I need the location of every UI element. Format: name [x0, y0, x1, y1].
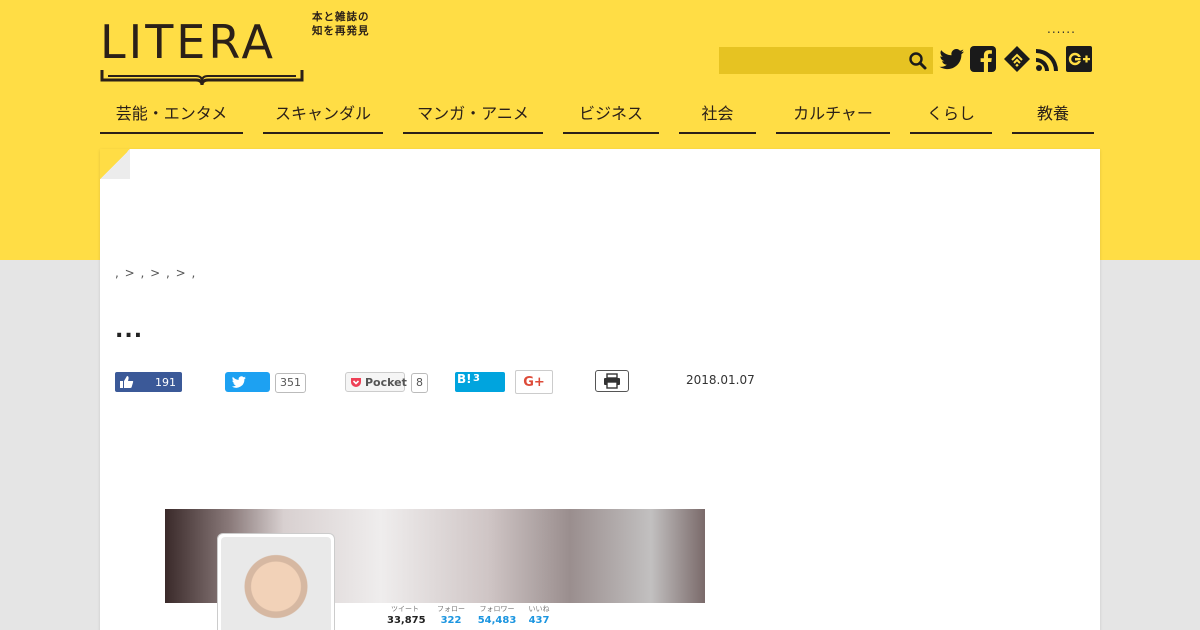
stat-following: フォロー 322: [437, 605, 465, 626]
print-button[interactable]: [595, 370, 629, 392]
site-tagline: 本と雑誌の 知を再発見: [312, 11, 370, 37]
site-logo[interactable]: LITERA 本と雑誌の 知を再発見: [100, 11, 380, 86]
nav-item-scandal[interactable]: スキャンダル: [263, 100, 383, 134]
twitter-share-button[interactable]: [225, 372, 270, 392]
hatena-bookmark-button[interactable]: B! 3: [455, 372, 505, 392]
facebook-icon[interactable]: [969, 45, 997, 73]
printer-icon: [604, 373, 620, 389]
nav-item-living[interactable]: くらし: [910, 100, 992, 134]
search-icon: [909, 52, 927, 70]
thumbs-up-icon: [120, 376, 134, 388]
google-plus-label: G+: [523, 374, 545, 390]
search-box: [719, 47, 933, 74]
google-plus-button[interactable]: G+: [515, 370, 553, 394]
stat-tweets: ツイート 33,875: [387, 605, 426, 626]
twitter-icon[interactable]: [938, 45, 966, 73]
book-icon: [100, 70, 304, 86]
stat-likes: いいね 437: [528, 605, 550, 626]
article-title: ...: [115, 318, 144, 343]
page-fold-corner: [100, 149, 130, 179]
nav-item-entertainment[interactable]: 芸能・エンタメ: [100, 100, 243, 134]
breadcrumb[interactable]: , > , > , > ,: [115, 266, 196, 280]
header-dots: ......: [1047, 22, 1076, 36]
facebook-like-button[interactable]: 191: [115, 372, 182, 392]
nav-item-society[interactable]: 社会: [679, 100, 756, 134]
nav-item-education[interactable]: 教養: [1012, 100, 1094, 134]
article-date: 2018.01.07: [686, 373, 755, 387]
avatar: [221, 537, 331, 630]
article-image: ツイート 33,875 フォロー 322 フォロワー 54,483 いいね 43…: [165, 509, 705, 630]
facebook-like-count: 191: [155, 376, 176, 389]
rss-icon[interactable]: [1034, 45, 1062, 73]
pocket-label: Pocket: [365, 376, 407, 389]
search-input[interactable]: [719, 47, 905, 74]
twitter-share-count: 351: [275, 373, 306, 393]
search-button[interactable]: [907, 50, 929, 72]
pocket-button[interactable]: Pocket: [345, 372, 407, 392]
google-plus-icon[interactable]: [1065, 45, 1093, 73]
logo-text: LITERA: [100, 15, 276, 69]
hatena-count: 3: [473, 373, 480, 384]
feedly-icon[interactable]: [1003, 45, 1031, 73]
twitter-bird-icon: [231, 376, 246, 388]
stat-followers: フォロワー 54,483: [477, 605, 517, 626]
nav-item-culture[interactable]: カルチャー: [776, 100, 890, 134]
pocket-icon: [351, 378, 361, 387]
pocket-count: 8: [411, 373, 428, 393]
hatena-label: B!: [457, 372, 472, 386]
nav-item-manga-anime[interactable]: マンガ・アニメ: [403, 100, 543, 134]
nav-item-business[interactable]: ビジネス: [563, 100, 659, 134]
